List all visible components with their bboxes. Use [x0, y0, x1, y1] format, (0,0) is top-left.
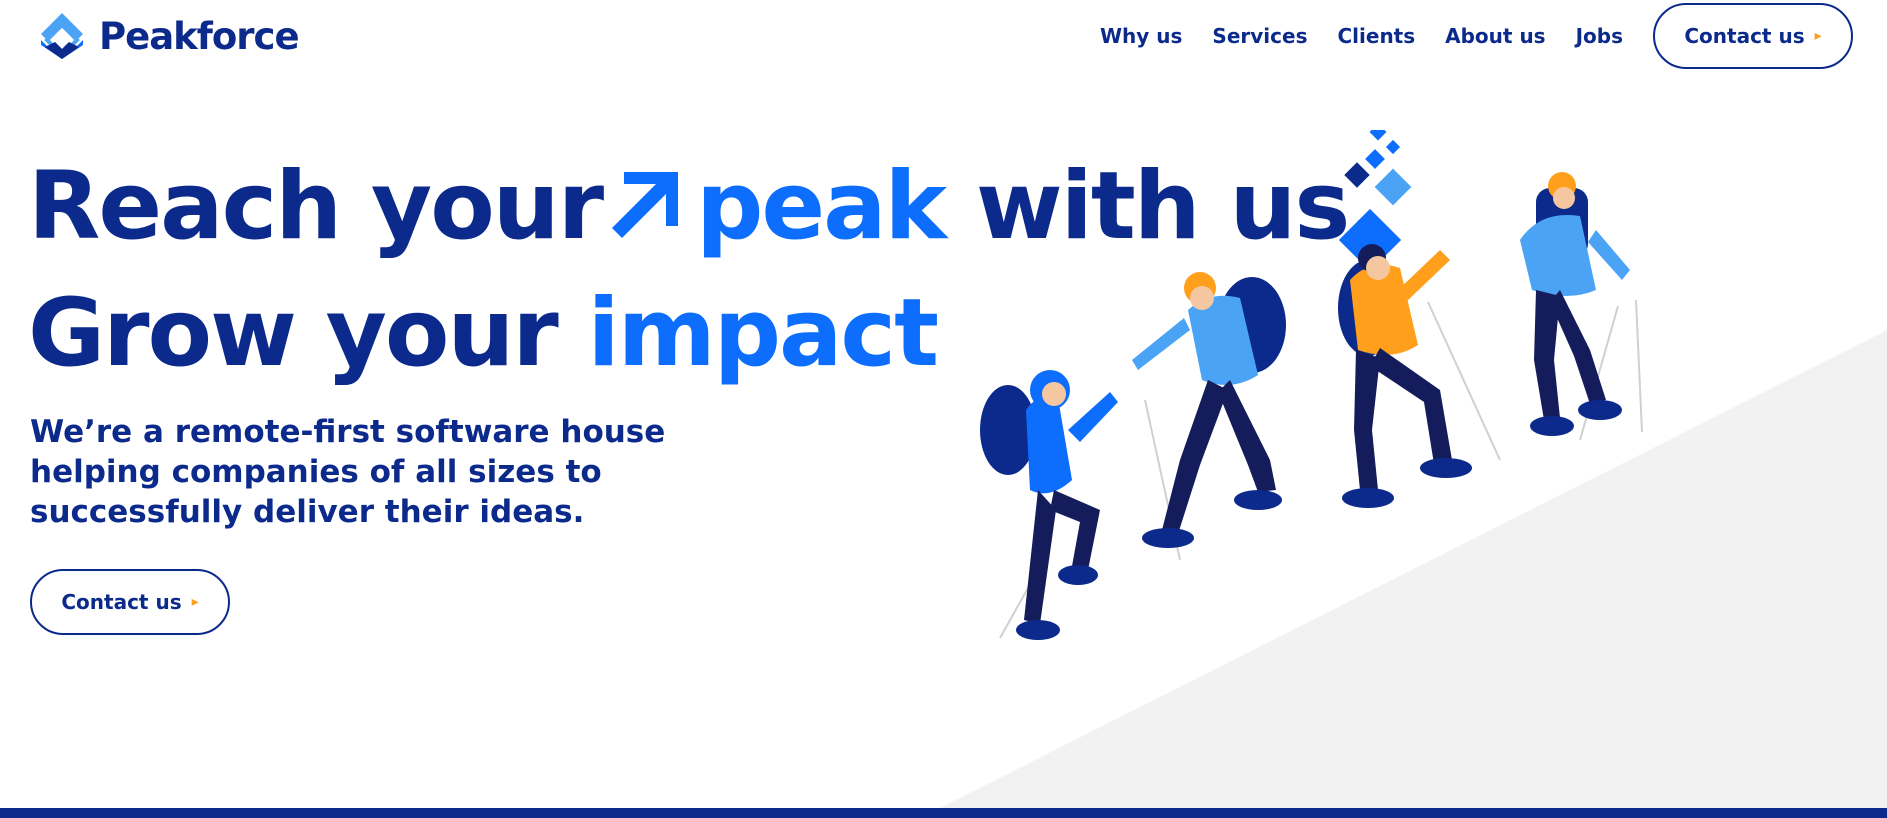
arrow-up-right-icon	[612, 172, 679, 238]
headline-text: Reach your	[28, 152, 604, 261]
headline-text-grow: Grow your	[28, 279, 559, 388]
header: Peakforce Why us Services Clients About …	[0, 0, 1887, 72]
brand-name: Peakforce	[99, 14, 300, 58]
headline-accent-peak: peak	[696, 152, 947, 261]
nav-why-us[interactable]: Why us	[1100, 24, 1182, 48]
hero-contact-button[interactable]: Contact us ▸	[30, 569, 230, 635]
hero-headline-line2: Grow your impact	[28, 287, 939, 381]
header-contact-label: Contact us	[1684, 24, 1805, 48]
peakforce-logo-icon	[41, 13, 83, 59]
nav-about-us[interactable]: About us	[1445, 24, 1545, 48]
chevron-right-icon: ▸	[191, 594, 199, 610]
hikers-climbing-illustration	[940, 130, 1887, 808]
main-nav: Why us Services Clients About us Jobs Co…	[1100, 3, 1853, 69]
bottom-bar	[0, 808, 1887, 818]
nav-jobs[interactable]: Jobs	[1576, 24, 1623, 48]
nav-clients[interactable]: Clients	[1337, 24, 1415, 48]
headline-accent-impact: impact	[587, 279, 940, 388]
hero-contact-label: Contact us	[61, 590, 182, 614]
header-contact-button[interactable]: Contact us ▸	[1653, 3, 1853, 69]
chevron-right-icon: ▸	[1814, 28, 1822, 44]
nav-services[interactable]: Services	[1212, 24, 1307, 48]
logo-link[interactable]: Peakforce	[37, 10, 300, 62]
page: Peakforce Why us Services Clients About …	[0, 0, 1887, 818]
hero-subtitle: We’re a remote-first software house help…	[30, 414, 666, 530]
